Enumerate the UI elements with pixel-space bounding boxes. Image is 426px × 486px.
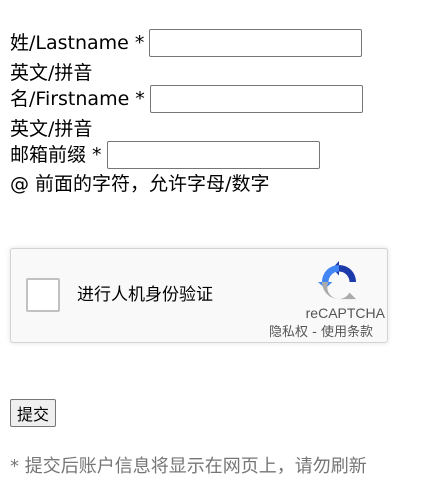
firstname-input[interactable] [149,85,363,113]
email-prefix-label: 邮箱前缀 * [10,144,102,166]
recaptcha-footer-links: 隐私权 - 使用条款 [269,325,373,340]
recaptcha-terms-link[interactable]: 使用条款 [321,325,373,340]
lastname-label: 姓/Lastname * [10,32,145,54]
recaptcha-link-separator: - [308,325,321,340]
recaptcha-checkbox[interactable] [26,278,60,312]
recaptcha-label: 进行人机身份验证 [77,285,213,305]
firstname-label: 名/Firstname * [10,88,145,110]
email-prefix-row: 邮箱前缀 * [10,141,320,169]
firstname-row: 名/Firstname * [10,85,363,113]
lastname-row: 姓/Lastname * [10,29,363,57]
submit-button[interactable]: 提交 [10,399,57,427]
firstname-hint: 英文/拼音 [10,118,93,140]
lastname-hint: 英文/拼音 [10,62,93,84]
email-prefix-hint: @ 前面的字符，允许字母/数字 [10,173,270,195]
recaptcha-widget: 进行人机身份验证 reCAPTCHA 隐私权 - 使用条款 [10,248,388,343]
lastname-input[interactable] [149,29,363,57]
recaptcha-privacy-link[interactable]: 隐私权 [269,325,308,340]
footer-note: * 提交后账户信息将显示在网页上，请勿刷新 [10,456,367,477]
recaptcha-brand: reCAPTCHA [305,305,385,321]
recaptcha-logo-icon [318,261,357,300]
email-prefix-input[interactable] [106,141,320,169]
